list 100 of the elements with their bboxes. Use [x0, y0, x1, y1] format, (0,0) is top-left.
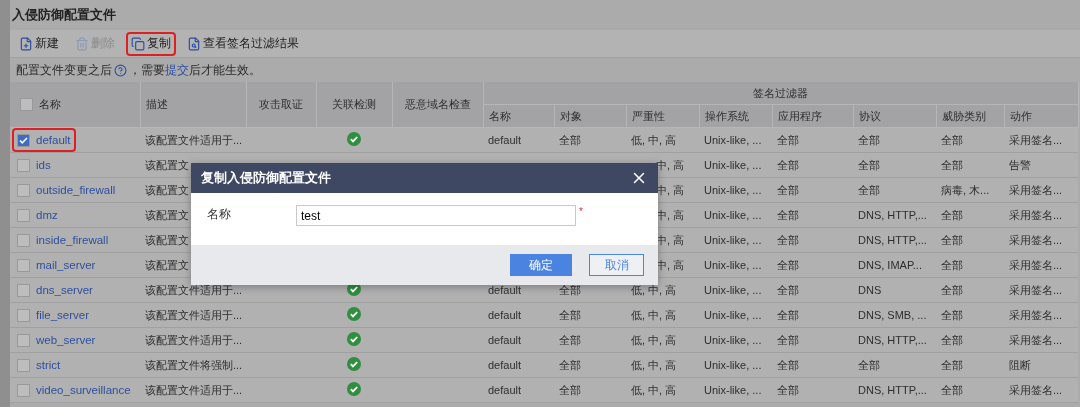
check-icon — [347, 132, 361, 146]
table-cell: 全部 — [941, 383, 963, 396]
table-cell: default — [488, 309, 522, 321]
notice-text: ，需要提交后才能生效。 — [129, 62, 261, 78]
table-cell: 全部 — [941, 283, 963, 296]
table-cell: 全部 — [777, 358, 799, 371]
row-checkbox[interactable] — [17, 333, 30, 347]
file-search-icon — [187, 36, 201, 51]
table-cell: default — [488, 359, 522, 371]
check-icon — [347, 332, 361, 346]
table-cell: default — [488, 334, 522, 346]
table-cell: 全部 — [559, 358, 581, 371]
table-cell: 全部 — [777, 158, 799, 171]
table-cell: 采用签名... — [1009, 183, 1063, 196]
check-icon — [347, 382, 361, 396]
profile-name-link[interactable]: strict — [36, 359, 61, 371]
table-cell: 该配置文件适用于... — [145, 283, 243, 296]
view-button[interactable]: 查看签名过滤结果 — [182, 31, 304, 56]
table-cell: DNS, HTTP,... — [858, 334, 927, 346]
cancel-button[interactable]: 取消 — [589, 254, 644, 276]
column-header: 操作系统 — [704, 109, 749, 122]
table-cell: 全部 — [559, 308, 581, 321]
table-cell: 告警 — [1009, 158, 1031, 171]
check-icon — [347, 307, 361, 321]
dialog-title: 复制入侵防御配置文件 — [201, 169, 331, 187]
help-icon[interactable] — [114, 63, 127, 77]
table-cell: DNS, IMAP... — [858, 259, 922, 271]
table-cell: default — [488, 384, 522, 396]
table-cell: 全部 — [559, 133, 581, 146]
table-cell: 全部 — [777, 233, 799, 246]
required-mark: * — [579, 206, 583, 217]
table-cell: Unix-like, ... — [704, 309, 762, 321]
profile-name-link[interactable]: file_server — [36, 309, 90, 321]
table-cell: DNS, HTTP,... — [858, 384, 927, 396]
submit-link[interactable]: 提交 — [165, 63, 189, 76]
row-checkbox[interactable] — [17, 233, 30, 247]
table-cell: 阻断 — [1009, 358, 1031, 371]
table-cell: 采用签名... — [1009, 283, 1063, 296]
column-header: 关联检测 — [332, 98, 376, 110]
table-cell: 全部 — [777, 308, 799, 321]
row-checkbox[interactable] — [17, 133, 30, 147]
table-cell: 全部 — [559, 383, 581, 396]
table-cell: 低, 中, 高 — [631, 333, 677, 346]
table-cell: default — [488, 284, 522, 296]
table-cell: 采用签名... — [1009, 258, 1063, 271]
select-all-checkbox[interactable] — [20, 98, 33, 111]
row-checkbox[interactable] — [17, 258, 30, 272]
table-cell: 该配置文 — [145, 233, 189, 246]
row-checkbox[interactable] — [17, 283, 30, 297]
column-header: 协议 — [858, 109, 881, 122]
field-label: 名称 — [207, 206, 232, 223]
table-cell: Unix-like, ... — [704, 334, 762, 346]
table-cell: 全部 — [858, 133, 880, 146]
page-title: 入侵防御配置文件 — [12, 6, 116, 24]
table-cell: Unix-like, ... — [704, 184, 762, 196]
table-cell: 该配置文件适用于... — [145, 383, 243, 396]
row-checkbox[interactable] — [17, 183, 30, 197]
table-cell: 该配置文 — [145, 258, 189, 271]
table-cell: 全部 — [858, 183, 880, 196]
row-checkbox[interactable] — [17, 308, 30, 322]
table-cell: 该配置文件适用于... — [145, 133, 243, 146]
table-cell: 全部 — [941, 333, 963, 346]
table-cell: 全部 — [777, 258, 799, 271]
table-cell: 采用签名... — [1009, 208, 1063, 221]
table-cell: Unix-like, ... — [704, 259, 762, 271]
table-cell: 全部 — [941, 358, 963, 371]
table-cell: 采用签名... — [1009, 333, 1063, 346]
table-cell: DNS, HTTP,... — [858, 234, 927, 246]
table-cell: DNS, SMB, ... — [858, 309, 927, 321]
table-cell: 低, 中, 高 — [631, 383, 677, 396]
table-cell: 低, 中, 高 — [631, 308, 677, 321]
table-cell: 全部 — [941, 258, 963, 271]
table-cell: Unix-like, ... — [704, 284, 762, 296]
table-cell: 低, 中, 高 — [631, 358, 677, 371]
table-cell: Unix-like, ... — [704, 134, 762, 146]
table-cell: DNS, HTTP,... — [858, 209, 927, 221]
table-cell: 低, 中, 高 — [631, 283, 677, 296]
row-checkbox[interactable] — [17, 383, 30, 397]
table-cell: Unix-like, ... — [704, 384, 762, 396]
table-cell: 低, 中, 高 — [631, 133, 677, 146]
table-cell: 全部 — [777, 133, 799, 146]
row-checkbox[interactable] — [17, 358, 30, 372]
column-header: 攻击取证 — [259, 98, 303, 110]
profile-name-link[interactable]: ids — [36, 159, 51, 171]
column-header: 恶意域名检查 — [404, 98, 471, 110]
table-cell: 全部 — [777, 183, 799, 196]
check-icon — [347, 357, 361, 371]
copy-button[interactable]: 复制 — [126, 31, 176, 56]
name-input-field[interactable]: test — [296, 205, 576, 226]
table-cell: DNS — [858, 284, 882, 296]
column-group-header: 签名过滤器 — [753, 86, 808, 99]
row-checkbox[interactable] — [17, 158, 30, 172]
table-cell: Unix-like, ... — [704, 359, 762, 371]
confirm-button[interactable]: 确定 — [510, 254, 572, 276]
table-cell: 全部 — [777, 383, 799, 396]
table-cell: 全部 — [941, 133, 963, 146]
profile-name-link[interactable]: dmz — [36, 209, 58, 221]
new-button[interactable]: 新建 — [14, 31, 64, 56]
table-cell: 全部 — [941, 208, 963, 221]
row-checkbox[interactable] — [17, 208, 30, 222]
